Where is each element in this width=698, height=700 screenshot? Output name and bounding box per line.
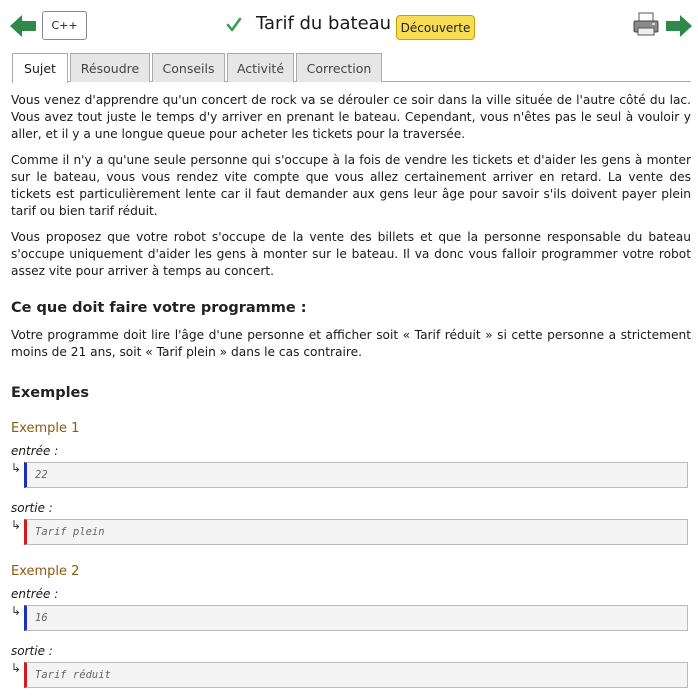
level-badge: Découverte [396,15,475,40]
tab-sujet[interactable]: Sujet [12,53,68,83]
arrow-right-icon[interactable] [666,15,692,37]
statement-paragraph: Vous proposez que votre robot s'occupe d… [11,230,691,278]
language-button[interactable]: C++ [42,11,87,40]
example-input: 16 [24,605,688,631]
output-label: sortie : [11,501,53,515]
problem-statement: Vous venez d'apprendre qu'un concert de … [11,92,691,700]
example-block: Exemple 1 entrée : ↳ 22 sortie : ↳ Tarif… [11,420,691,545]
top-bar: C++ Tarif du bateau Découverte [0,0,698,52]
example-block: Exemple 2 entrée : ↳ 16 sortie : ↳ Tarif… [11,563,691,688]
example-output: Tarif réduit [24,662,688,688]
tab-correction[interactable]: Correction [296,53,382,82]
return-arrow-icon: ↳ [11,461,22,475]
output-row: ↳ Tarif réduit [11,661,691,688]
statement-paragraph: Vous venez d'apprendre qu'un concert de … [11,93,691,141]
arrow-left-icon[interactable] [10,15,36,37]
tab-resoudre[interactable]: Résoudre [70,53,150,82]
tab-conseils[interactable]: Conseils [152,53,225,82]
input-label: entrée : [11,587,59,601]
return-arrow-icon: ↳ [11,661,22,675]
examples-heading: Exemples [11,385,90,401]
example-title: Exemple 2 [11,564,80,579]
printer-icon[interactable] [633,12,659,36]
check-icon [226,17,242,32]
task-text: Votre programme doit lire l'âge d'une pe… [11,328,691,359]
output-label: sortie : [11,644,53,658]
tab-bar: Sujet Résoudre Conseils Activité Correct… [12,53,691,83]
example-title: Exemple 1 [11,421,80,436]
tab-activite[interactable]: Activité [227,53,294,82]
input-row: ↳ 22 [11,461,691,488]
output-row: ↳ Tarif plein [11,518,691,545]
input-row: ↳ 16 [11,604,691,631]
task-heading: Ce que doit faire votre programme : [11,300,307,316]
example-output: Tarif plein [24,519,688,545]
statement-paragraph: Comme il n'y a qu'une seule personne qui… [11,153,691,218]
example-input: 22 [24,462,688,488]
return-arrow-icon: ↳ [11,604,22,618]
return-arrow-icon: ↳ [11,518,22,532]
input-label: entrée : [11,444,59,458]
page-title: Tarif du bateau [256,13,392,34]
